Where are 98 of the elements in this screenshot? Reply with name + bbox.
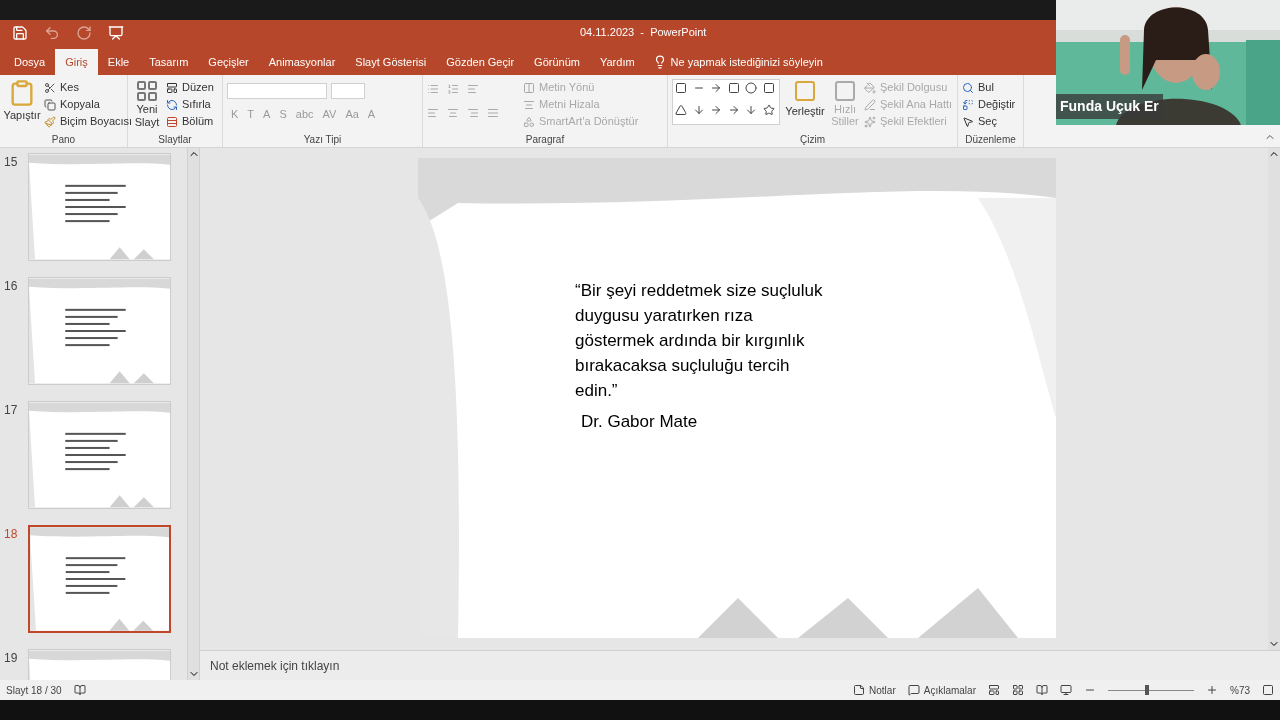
- bucket-icon: [864, 81, 876, 94]
- font-name-field[interactable]: [227, 83, 327, 99]
- replace-icon: [962, 98, 974, 111]
- slide-number: 19: [3, 650, 19, 667]
- new-slide-button[interactable]: Yeni Slayt: [132, 79, 162, 132]
- align-icon: [523, 98, 535, 111]
- effects-icon: [864, 115, 876, 128]
- slide-counter: Slayt 18 / 30: [6, 683, 62, 698]
- arrange-icon: [793, 79, 817, 103]
- shapes-gallery[interactable]: [672, 79, 780, 125]
- justify-icon[interactable]: [487, 107, 499, 119]
- slide-thumbnail[interactable]: [28, 525, 171, 633]
- zoom-in-icon[interactable]: [1206, 684, 1218, 696]
- slide-number: 17: [3, 402, 19, 419]
- notes-icon: [853, 684, 866, 696]
- group-label: Çizim: [799, 133, 826, 147]
- ribbon-command[interactable]: Değiştir: [962, 96, 1019, 113]
- window-title: 04.11.2023 - PowerPoint: [580, 25, 707, 41]
- ribbon-tab[interactable]: Giriş: [55, 49, 98, 75]
- indent-icon[interactable]: [467, 83, 479, 95]
- paste-button[interactable]: Yapıştır: [4, 79, 40, 132]
- ribbon-command[interactable]: Kopyala: [44, 96, 133, 113]
- font-size-field[interactable]: [331, 83, 365, 99]
- ribbon-command[interactable]: Seç: [962, 113, 1019, 130]
- arrange-button[interactable]: Yerleştir: [784, 79, 826, 132]
- ribbon-command[interactable]: Kes: [44, 79, 133, 96]
- group-label: Pano: [50, 133, 77, 147]
- ribbon-command[interactable]: Sıfırla: [166, 96, 214, 113]
- scissors-icon: [44, 81, 56, 94]
- group-label: Yazı Tipi: [302, 133, 343, 147]
- spellcheck-icon[interactable]: [73, 684, 86, 696]
- shape-icon[interactable]: [762, 103, 775, 116]
- search-icon: [962, 81, 974, 94]
- quote-line: bırakacaksa suçluluğu tercih: [575, 355, 791, 377]
- scrollbar[interactable]: [187, 148, 199, 680]
- ribbon-tab[interactable]: Gözden Geçir: [436, 49, 525, 75]
- align-right-icon[interactable]: [467, 107, 479, 119]
- styles-icon: [833, 79, 857, 103]
- copy-icon: [44, 98, 56, 111]
- pen-icon: [864, 98, 876, 111]
- slide-number: 16: [3, 278, 19, 295]
- ribbon-tab[interactable]: Geçişler: [198, 49, 259, 75]
- shape-icon[interactable]: [745, 82, 757, 94]
- ribbon-tab[interactable]: Görünüm: [524, 49, 590, 75]
- fit-icon[interactable]: [1262, 684, 1274, 696]
- tell-me-field[interactable]: Ne yapmak istediğinizi söyleyin: [652, 49, 823, 75]
- slide-number: 15: [3, 154, 19, 171]
- slide-number: 18: [3, 526, 19, 543]
- font-format-button[interactable]: S: [279, 107, 287, 121]
- ribbon-command[interactable]: Bölüm: [166, 113, 214, 130]
- ribbon-tab[interactable]: Dosya: [4, 49, 56, 75]
- notes-field[interactable]: Not eklemek için tıklayın: [200, 650, 1280, 680]
- notes-button[interactable]: Notlar: [853, 682, 896, 698]
- group-label: Düzenleme: [964, 133, 1017, 147]
- shape-icon[interactable]: [675, 82, 687, 94]
- comment-icon: [907, 684, 920, 696]
- brush-icon: [44, 115, 56, 128]
- layout-icon: [166, 81, 178, 94]
- slideshow-view-icon[interactable]: [1060, 684, 1072, 696]
- shape-icon[interactable]: [675, 103, 687, 116]
- normal-view-icon[interactable]: [988, 684, 1000, 696]
- slideshow-icon[interactable]: [108, 24, 124, 41]
- reset-icon: [166, 98, 178, 111]
- shape-icon[interactable]: [727, 82, 740, 94]
- ribbon-command[interactable]: Bul: [962, 79, 1019, 96]
- ribbon-tab[interactable]: Animasyonlar: [258, 49, 346, 75]
- ribbon-command[interactable]: Biçim Boyacısı: [44, 113, 133, 130]
- ribbon-tab[interactable]: Ekle: [97, 49, 140, 75]
- slider-thumb[interactable]: [1144, 685, 1149, 695]
- quote-line: duygusu yaratırken rıza: [575, 305, 754, 327]
- numbering-icon[interactable]: [447, 83, 459, 95]
- section-icon: [166, 115, 178, 128]
- zoom-slider[interactable]: [1108, 685, 1194, 695]
- slide-icon: [135, 79, 159, 103]
- ribbon-tab[interactable]: Yardım: [589, 49, 645, 75]
- ribbon-tab[interactable]: Slayt Gösterisi: [345, 49, 437, 75]
- comments-button[interactable]: Açıklamalar: [907, 682, 976, 698]
- align-left-icon[interactable]: [427, 107, 439, 119]
- sorter-view-icon[interactable]: [1012, 684, 1024, 696]
- smartart-icon: [523, 115, 535, 128]
- align-center-icon[interactable]: [447, 107, 459, 119]
- save-icon[interactable]: [12, 24, 28, 41]
- pointer-icon: [962, 115, 974, 128]
- ribbon-tab[interactable]: Tasarım: [139, 49, 199, 75]
- participant-name: Funda Uçuk Er: [1056, 94, 1163, 119]
- ribbon-command[interactable]: Düzen: [166, 79, 214, 96]
- quote-line: “Bir şeyi reddetmek size suçluluk: [575, 280, 823, 302]
- scrollbar[interactable]: [1268, 148, 1280, 650]
- shape-icon[interactable]: [762, 82, 775, 94]
- quote-author: Dr. Gabor Mate: [581, 411, 699, 433]
- text-direction-icon: [523, 81, 535, 94]
- group-label: Slaytlar: [157, 133, 193, 147]
- zoom-percent: %73: [1230, 683, 1250, 698]
- quote-line: göstermek ardında bir kırgınlık: [575, 330, 806, 352]
- reading-view-icon[interactable]: [1036, 684, 1048, 696]
- quote-line: edin.”: [575, 380, 619, 402]
- group-label: Paragraf: [524, 133, 566, 147]
- bullets-icon[interactable]: [427, 83, 439, 95]
